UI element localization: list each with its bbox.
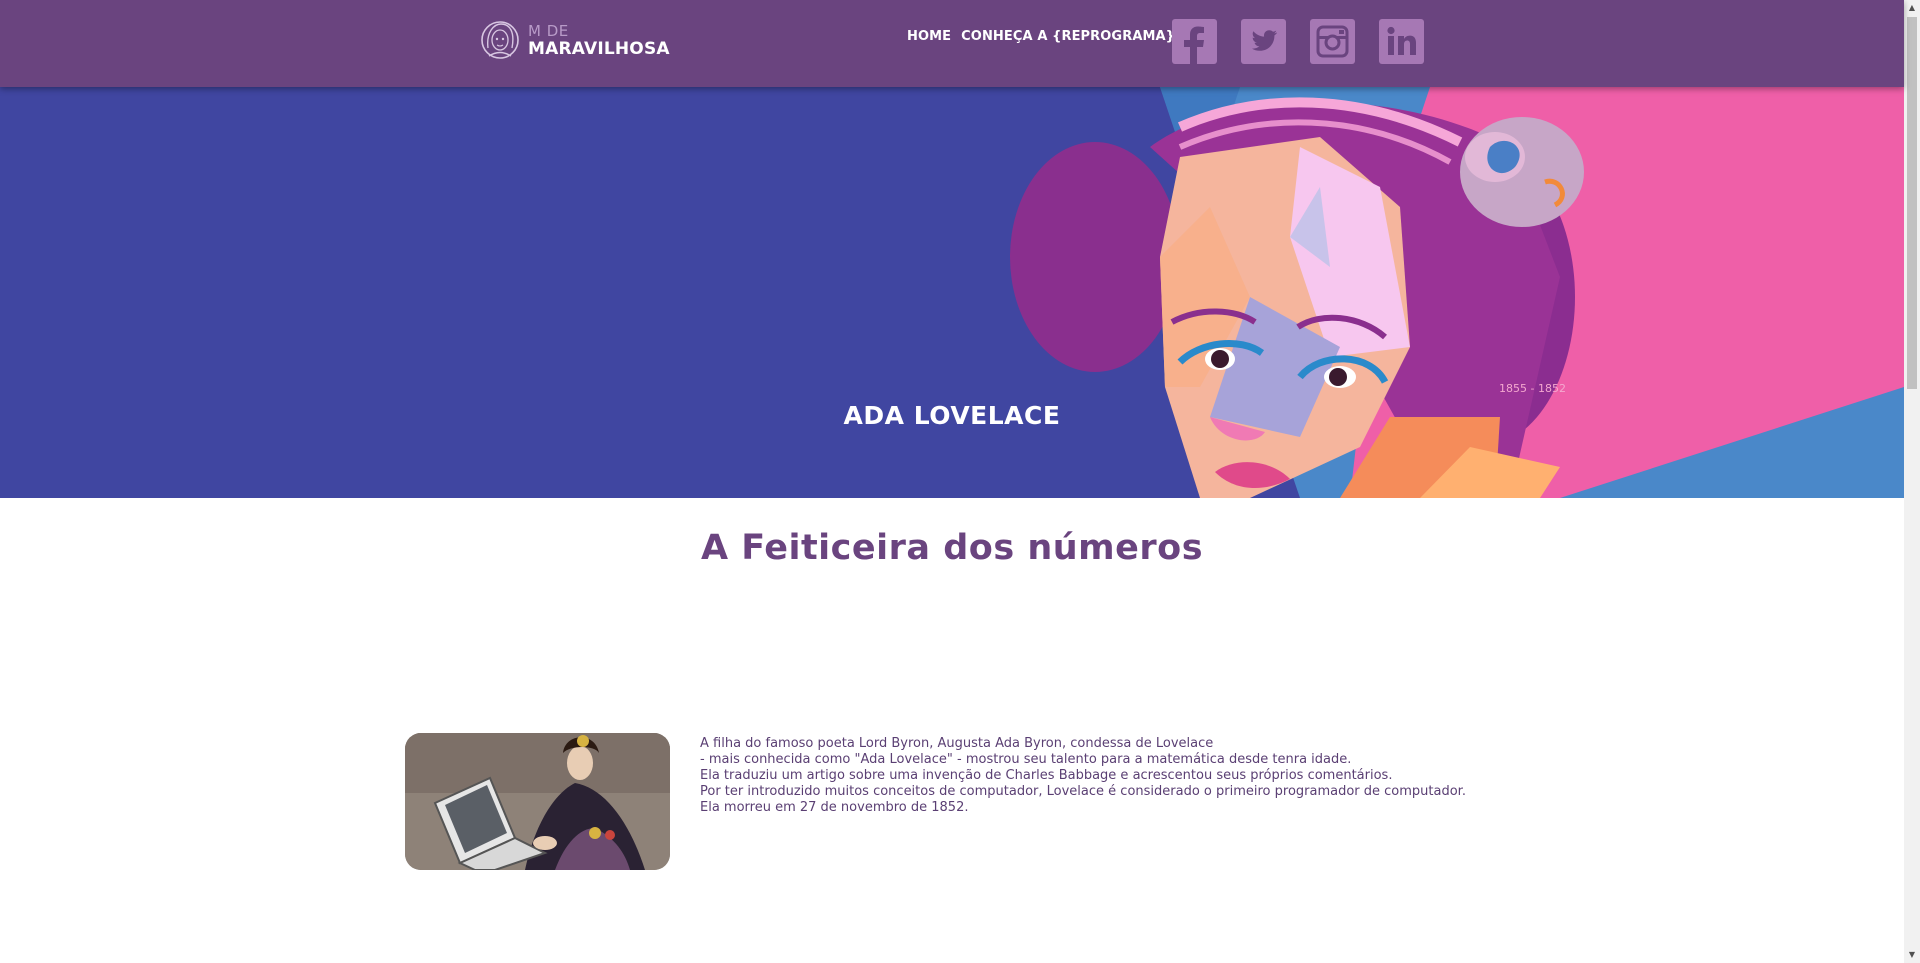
logo-text-top: M DE — [528, 22, 569, 40]
top-navigation-bar: M DE MARAVILHOSA HOME CONHEÇA A {REPROGR… — [0, 0, 1904, 87]
site-logo[interactable]: M DE MARAVILHOSA — [480, 18, 680, 66]
scroll-up-arrow-icon[interactable]: ▲ — [1904, 0, 1920, 16]
main-nav: HOME CONHEÇA A {REPROGRAMA} — [907, 29, 1175, 49]
page-scrollbar[interactable]: ▲ ▼ — [1904, 0, 1920, 963]
facebook-link[interactable] — [1172, 19, 1217, 64]
linkedin-link[interactable] — [1379, 19, 1424, 64]
twitter-icon — [1251, 30, 1277, 51]
hero-years: 1855 - 1852 — [1499, 382, 1566, 395]
hero-banner: 1855 - 1852 ADA LOVELACE — [0, 87, 1904, 498]
woman-face-icon — [481, 21, 519, 59]
logo-text-bottom: MARAVILHOSA — [528, 39, 670, 59]
twitter-link[interactable] — [1241, 19, 1286, 64]
instagram-icon — [1316, 25, 1349, 58]
scrollbar-thumb[interactable] — [1907, 17, 1917, 389]
linkedin-icon — [1387, 26, 1416, 55]
nav-reprograma-link[interactable]: CONHEÇA A {REPROGRAMA} — [961, 29, 1175, 49]
hero-title: ADA LOVELACE — [843, 401, 1061, 430]
ada-lovelace-portrait — [405, 733, 670, 870]
facebook-icon — [1184, 26, 1204, 64]
portrait-image — [405, 733, 670, 870]
social-links — [1172, 19, 1424, 64]
instagram-link[interactable] — [1310, 19, 1355, 64]
bio-line: - mais conhecida como "Ada Lovelace" - m… — [700, 752, 1352, 767]
page-title: A Feiticeira dos números — [700, 528, 1204, 568]
bio-line: Ela traduziu um artigo sobre uma invençã… — [700, 768, 1393, 783]
biography-text: A filha do famoso poeta Lord Byron, Augu… — [700, 736, 1580, 816]
scroll-down-arrow-icon[interactable]: ▼ — [1904, 947, 1920, 963]
ada-lovelace-illustration — [1010, 87, 1904, 498]
bio-line: Por ter introduzido muitos conceitos de … — [700, 784, 1466, 799]
bio-line: A filha do famoso poeta Lord Byron, Augu… — [700, 736, 1214, 751]
nav-home-link[interactable]: HOME — [907, 29, 951, 49]
bio-line: Ela morreu em 27 de novembro de 1852. — [700, 800, 969, 815]
